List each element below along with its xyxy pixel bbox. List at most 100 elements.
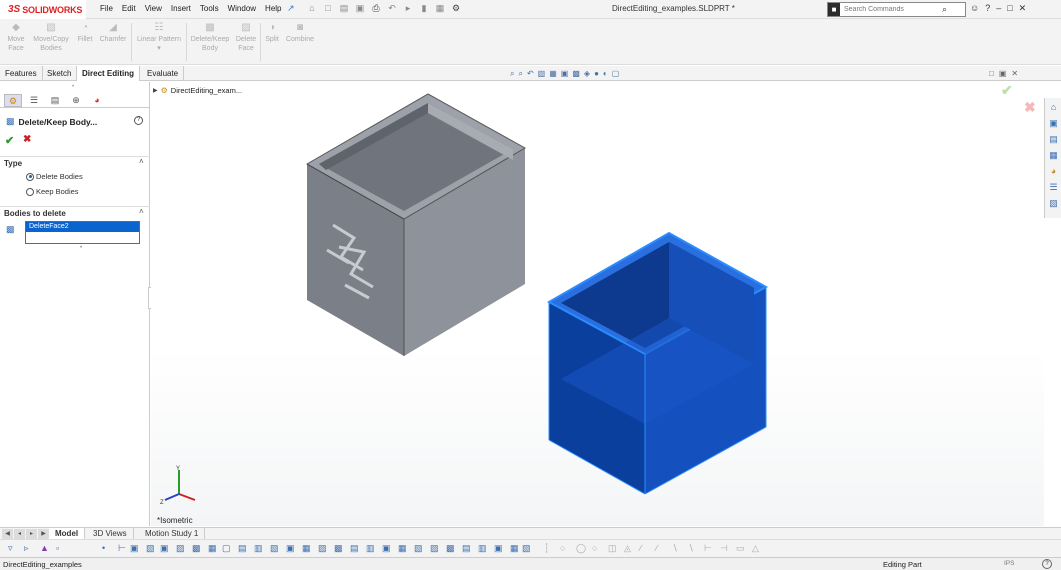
type-group-header[interactable]: Type ˄ xyxy=(0,156,150,168)
tool-icon[interactable]: ▨ xyxy=(318,543,327,554)
edit-appearance-icon[interactable]: ● xyxy=(594,69,599,79)
tool-icon[interactable]: ▦ xyxy=(510,543,519,554)
select-arrow-icon[interactable]: ▸ xyxy=(402,2,414,15)
maximize-viewport-icon[interactable]: ▣ xyxy=(999,69,1007,78)
tool-icon[interactable]: ▩ xyxy=(446,543,455,554)
section-view-icon[interactable]: ▧ xyxy=(538,69,546,79)
tool-icon[interactable]: ▢ xyxy=(222,543,231,554)
tool-icon[interactable]: ▣ xyxy=(160,543,169,554)
split-button[interactable]: ◑ Split xyxy=(263,23,281,44)
tool-icon[interactable]: ▿ xyxy=(8,543,13,554)
ok-checkmark-button[interactable]: ✔ xyxy=(5,134,14,147)
combine-button[interactable]: ◙ Combine xyxy=(284,23,316,44)
chamfer-button[interactable]: ◢ Chamfer xyxy=(97,23,129,44)
zoom-to-area-icon[interactable]: ⌕ xyxy=(518,69,522,79)
cancel-x-button[interactable]: ✖ xyxy=(23,134,31,145)
tab-evaluate[interactable]: Evaluate xyxy=(142,66,185,81)
tool-icon[interactable]: ▩ xyxy=(192,543,201,554)
tool-icon[interactable]: ◯ xyxy=(576,543,586,554)
delete-keep-body-button[interactable]: ▩ Delete/Keep Body xyxy=(189,23,231,53)
tool-icon[interactable]: ⊣ xyxy=(720,543,728,554)
tool-icon[interactable]: ∕ xyxy=(640,543,642,553)
solidworks-logo[interactable]: 3S SOLIDWORKS xyxy=(0,0,86,19)
tool-icon[interactable]: △ xyxy=(752,543,759,554)
tool-icon[interactable]: ▥ xyxy=(478,543,487,554)
grey-box-body[interactable] xyxy=(305,93,527,356)
dimxpert-tab-icon[interactable]: ⊕ xyxy=(67,94,85,107)
file-properties-icon[interactable]: ▦ xyxy=(434,2,446,15)
menu-window[interactable]: Window xyxy=(228,4,256,13)
menu-insert[interactable]: Insert xyxy=(171,4,191,13)
tool-icon[interactable]: ▦ xyxy=(208,543,217,554)
tool-icon[interactable]: ⊢ xyxy=(118,543,126,554)
view-orientation-icon[interactable]: ▣ xyxy=(561,69,569,79)
property-manager-tab-icon[interactable]: ☰ xyxy=(25,94,43,107)
design-library-icon[interactable]: ▣ xyxy=(1046,116,1061,130)
tab-features[interactable]: Features xyxy=(0,66,43,81)
tool-icon[interactable]: ▣ xyxy=(494,543,503,554)
tool-icon[interactable]: ○ xyxy=(592,543,597,553)
new-document-icon[interactable]: □ xyxy=(322,2,334,15)
tool-icon[interactable]: ▤ xyxy=(238,543,247,554)
tool-icon[interactable]: ▣ xyxy=(382,543,391,554)
radio-dot[interactable] xyxy=(26,187,34,196)
tool-icon[interactable]: ▨ xyxy=(176,543,185,554)
solidworks-resources-icon[interactable]: ⌂ xyxy=(1046,100,1061,114)
menu-view[interactable]: View xyxy=(145,4,162,13)
file-explorer-icon[interactable]: ▤ xyxy=(1046,132,1061,146)
user-icon[interactable]: ☺ xyxy=(970,3,979,14)
chevron-down-icon[interactable]: ▾ xyxy=(134,44,184,53)
panel-grip-icon[interactable]: • xyxy=(72,84,74,90)
tool-icon[interactable]: ▥ xyxy=(366,543,375,554)
tool-icon[interactable]: ▦ xyxy=(398,543,407,554)
feature-manager-tab-icon[interactable]: ⚙ xyxy=(4,94,22,107)
solidworks-forum-icon[interactable]: ▧ xyxy=(1046,196,1061,210)
print-icon[interactable]: ⎙ xyxy=(370,2,382,15)
tab-direct-editing[interactable]: Direct Editing xyxy=(77,66,141,81)
tool-icon[interactable]: ▩ xyxy=(334,543,343,554)
tool-icon[interactable]: ∖ xyxy=(672,543,678,554)
tool-icon[interactable]: • xyxy=(102,543,105,553)
list-item[interactable]: DeleteFace2 xyxy=(26,222,139,232)
tool-icon[interactable]: ▹ xyxy=(24,543,29,554)
fillet-button[interactable]: ◔ Fillet xyxy=(76,23,94,44)
rebuild-icon[interactable]: ▮ xyxy=(418,2,430,15)
view-palette-icon[interactable]: ▦ xyxy=(1046,148,1061,162)
help-icon[interactable]: ? xyxy=(985,3,990,14)
tool-icon[interactable]: ○ xyxy=(560,543,565,553)
last-tab-icon[interactable]: ▶ xyxy=(38,529,49,539)
display-manager-tab-icon[interactable]: ◕ xyxy=(88,94,106,107)
tool-icon[interactable]: ┆ xyxy=(544,543,549,554)
chevron-up-icon[interactable]: ˄ xyxy=(139,207,144,216)
tool-icon[interactable]: ▭ xyxy=(736,543,745,554)
tool-icon[interactable]: ▤ xyxy=(350,543,359,554)
open-folder-icon[interactable]: ▤ xyxy=(338,2,350,15)
tool-icon[interactable]: ◬ xyxy=(624,543,631,554)
hide-show-items-icon[interactable]: ◈ xyxy=(584,69,590,79)
linear-pattern-button[interactable]: ☷ Linear Pattern ▾ xyxy=(134,23,184,53)
configuration-manager-tab-icon[interactable]: ▤ xyxy=(46,94,64,107)
tool-icon[interactable]: ◫ xyxy=(608,543,617,554)
save-icon[interactable]: ▣ xyxy=(354,2,366,15)
blue-box-body[interactable] xyxy=(546,231,769,495)
radio-delete-bodies[interactable]: Delete Bodies xyxy=(26,172,83,181)
search-input[interactable] xyxy=(840,6,940,13)
tool-icon[interactable]: ▧ xyxy=(522,543,531,554)
restore-icon[interactable]: □ xyxy=(1007,3,1012,14)
next-tab-icon[interactable]: ▸ xyxy=(26,529,37,539)
appearances-icon[interactable]: ◕ xyxy=(1046,164,1061,178)
radio-dot[interactable] xyxy=(26,172,34,181)
search-mode-icon[interactable]: ■ xyxy=(828,3,840,16)
undo-icon[interactable]: ↶ xyxy=(386,2,398,15)
search-icon[interactable]: ⌕ xyxy=(942,4,947,15)
dynamic-annotation-icon[interactable]: ▦ xyxy=(549,69,557,79)
bodies-group-header[interactable]: Bodies to delete ˄ xyxy=(0,206,150,218)
first-tab-icon[interactable]: ◀ xyxy=(2,529,13,539)
tab-sketch[interactable]: Sketch xyxy=(42,66,78,81)
zoom-to-fit-icon[interactable]: ⌕ xyxy=(510,69,514,79)
previous-view-icon[interactable]: ↶ xyxy=(527,69,534,79)
help-icon[interactable]: ? xyxy=(1042,559,1052,569)
tool-icon[interactable]: ▫ xyxy=(56,543,59,553)
home-icon[interactable]: ⌂ xyxy=(306,2,318,15)
display-style-icon[interactable]: ▩ xyxy=(572,69,580,79)
